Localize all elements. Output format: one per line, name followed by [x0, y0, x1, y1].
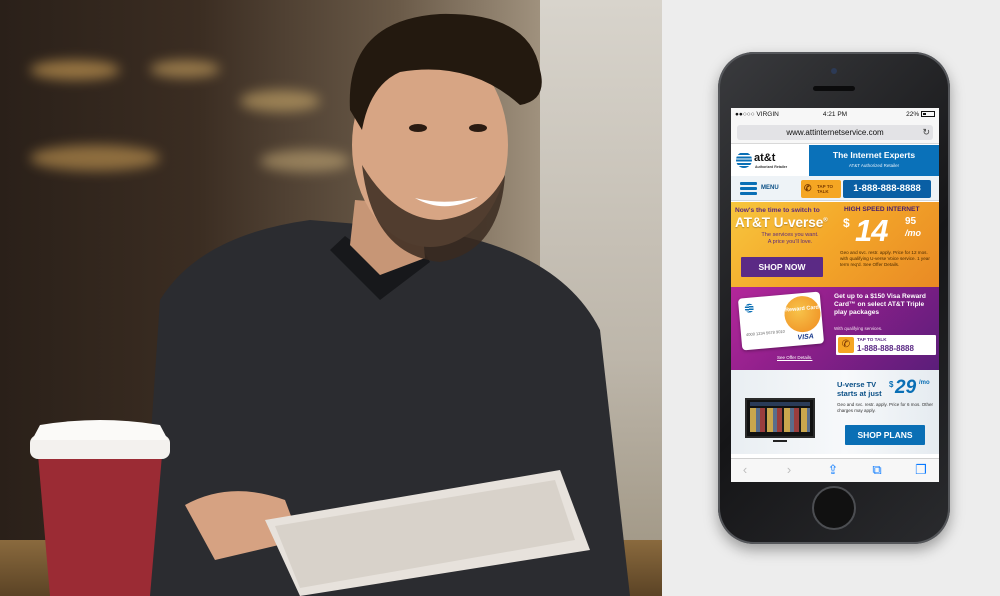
att-logo[interactable]: at&t Authorized Retailer [731, 145, 809, 176]
url-field[interactable]: www.attinternetservice.com [737, 125, 933, 140]
promo1-headline: AT&T U-verse® [735, 215, 828, 230]
shop-plans-button[interactable]: SHOP PLANS [845, 425, 925, 445]
battery-icon [921, 111, 935, 117]
tabs-icon[interactable]: ❐ [913, 462, 929, 478]
promo1-price-period: /mo [905, 228, 922, 238]
reward-card-promo: Reward Card 4000 1234 5678 9010 VISA See… [731, 287, 939, 370]
shop-now-button[interactable]: SHOP NOW [741, 257, 823, 277]
visa-logo: VISA [797, 333, 815, 342]
person-illustration [30, 13, 630, 596]
battery-indicator: 22% [906, 111, 935, 118]
status-bar: ●●○○○ VIRGIN 4:21 PM 22% [731, 108, 939, 122]
promo1-price-symbol: $ [843, 216, 850, 230]
att-logo-text: at&t [754, 152, 776, 164]
tap-badge-line2: TALK [817, 189, 829, 194]
header-title: The Internet Experts [832, 150, 916, 160]
call-phone-button[interactable]: 1-888-888-8888 [843, 180, 931, 198]
reload-icon[interactable]: ↻ [922, 125, 930, 140]
promo3-fine-print: Geo and svc. restr. apply. Price for 6 m… [837, 402, 933, 413]
reward-card-badge: Reward Card [782, 294, 822, 334]
promo1-intro: Now's the time to switch to [735, 207, 820, 214]
promo1-tagline: The services you want. A price you'll lov… [761, 232, 819, 245]
promo2-headline: Get up to a $150 Visa Reward Card™ on se… [834, 293, 926, 316]
see-offer-details-link[interactable]: See Offer Details. [777, 355, 812, 360]
menu-bar: MENU ✆ TAP TO TALK 1-888-888-8888 [731, 176, 939, 201]
uverse-internet-promo: Now's the time to switch to AT&T U-verse… [731, 202, 939, 287]
phone-screen: ●●○○○ VIRGIN 4:21 PM 22% www.attinternet… [731, 108, 939, 482]
phone-icon: ✆ [804, 183, 812, 193]
promo1-offer-label: HIGH SPEED INTERNET [844, 206, 920, 213]
lifestyle-photo [0, 0, 662, 596]
promo3-headline: U-verse TV starts at just [837, 380, 882, 398]
att-globe-icon [736, 152, 752, 168]
promo1-price-cents: 95 [905, 216, 917, 227]
promo1-fine-print: Geo and svc. restr. apply. Price for 12 … [840, 250, 930, 267]
site-header: at&t Authorized Retailer The Internet Ex… [731, 145, 939, 176]
menu-label[interactable]: MENU [761, 185, 779, 191]
composite-image: ●●○○○ VIRGIN 4:21 PM 22% www.attinternet… [0, 0, 1000, 596]
promo1-price: 14 [855, 213, 888, 248]
tap-to-talk-badge[interactable]: ✆ TAP TO TALK [801, 180, 841, 198]
header-subtitle: AT&T Authorized Retailer [848, 163, 900, 168]
visa-reward-card-image: Reward Card 4000 1234 5678 9010 VISA [737, 291, 825, 351]
card-number: 4000 1234 5678 9010 [745, 328, 786, 338]
tap-to-talk-button[interactable]: ✆ TAP TO TALK 1-888-888-8888 [836, 335, 936, 355]
uverse-tv-promo: U-verse TV starts at just $ 29 /mo Geo an… [731, 370, 939, 454]
phone-icon: ✆ [838, 337, 854, 353]
forward-icon[interactable]: › [781, 462, 797, 477]
bookmarks-icon[interactable]: ⧉ [869, 462, 885, 478]
camera-icon [831, 68, 837, 74]
promo3-price-symbol: $ [889, 380, 894, 389]
share-icon[interactable]: ⇪ [825, 462, 841, 478]
att-logo-sub: Authorized Retailer [755, 165, 788, 169]
hamburger-menu-icon[interactable] [740, 182, 757, 195]
speaker-grille [813, 86, 855, 91]
tap-to-talk-phone: 1-888-888-8888 [857, 344, 914, 353]
back-icon[interactable]: ‹ [737, 462, 753, 477]
att-globe-icon [744, 303, 755, 314]
home-button[interactable] [812, 486, 856, 530]
tap-to-talk-label: TAP TO TALK [857, 337, 887, 342]
promo3-price: 29 [895, 377, 917, 398]
tv-image [745, 398, 815, 438]
browser-url-bar: www.attinternetservice.com ↻ [731, 122, 939, 144]
browser-toolbar: ‹ › ⇪ ⧉ ❐ [731, 458, 939, 482]
promo2-sub: With qualifying services. [834, 326, 883, 331]
promo3-price-period: /mo [919, 380, 930, 386]
battery-percent: 22% [906, 111, 920, 118]
